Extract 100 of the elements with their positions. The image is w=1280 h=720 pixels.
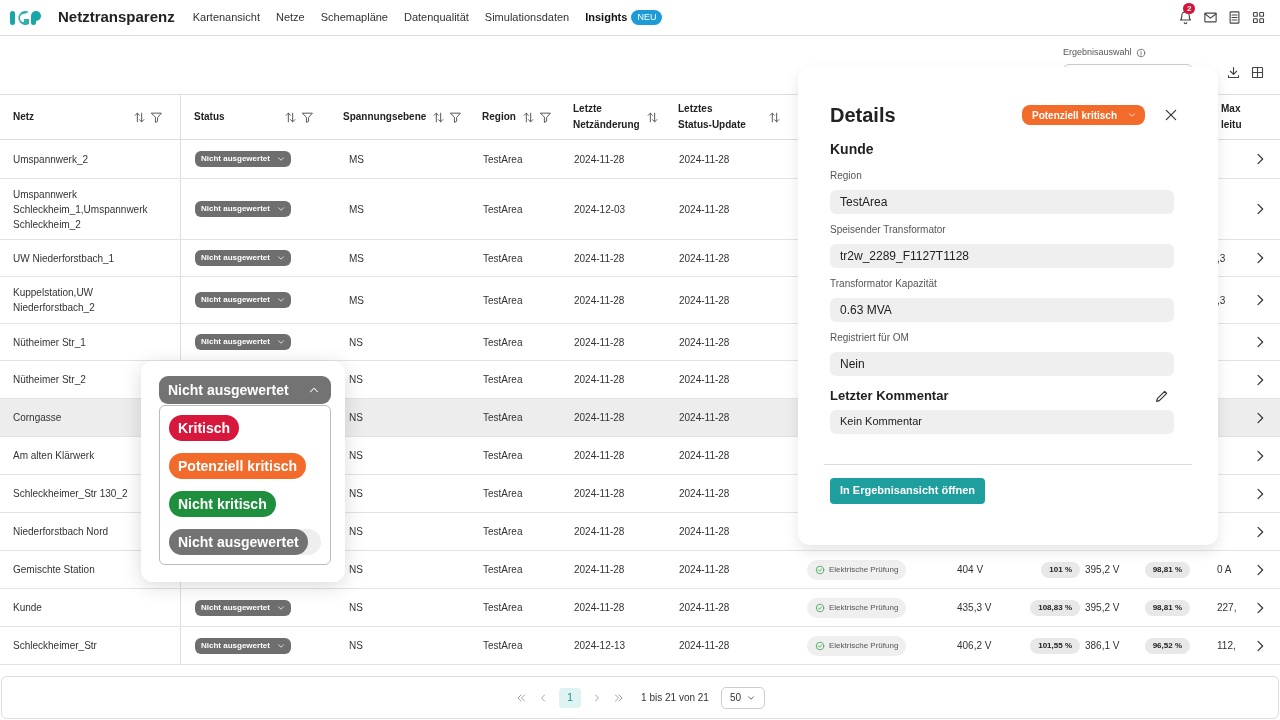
apps-grid-icon [1251,10,1266,25]
status-dropdown[interactable]: Nicht ausgewertet [195,599,291,616]
status-option[interactable]: Nicht ausgewertet [169,529,308,555]
status-dropdown[interactable]: Nicht ausgewertet [195,637,291,654]
table-cell-text: Corngasse [13,411,62,425]
column-header: Status [194,110,225,124]
table-cell: MS [349,252,364,264]
table-cell: 2024-11-28 [574,374,625,385]
column-header: Max leitu [1221,102,1243,132]
status-option[interactable]: Nicht kritisch [169,491,276,517]
chevron-down-icon [275,253,286,263]
check-badge: Elektrische Prüfung [807,597,907,618]
table-cell-text: Nütheimer Str_2 [13,373,86,387]
table-cell: 2024-11-28 [679,450,730,461]
table-cell-text: Kuppelstation,UW Niederforstbach_2 [13,286,96,315]
table-cell-text: Niederforstbach Nord [13,525,109,539]
table-cell: 406,2 V [957,640,992,651]
close-icon [1163,107,1179,123]
mail-icon [1203,10,1218,25]
table-cell: 404 V [957,564,984,575]
table-cell: TestArea [483,374,523,385]
percent-badge: 108,83 % [1030,599,1080,616]
nav-link[interactable]: Simulationsdaten [484,9,570,26]
status-dropdown[interactable]: Nicht ausgewertet [195,201,291,217]
table-cell: TestArea [483,203,523,215]
chevron-down-icon [275,204,286,214]
table-cell: TestArea [483,602,523,613]
sort-icon [521,110,535,124]
table-cell: 0 A [1217,564,1232,575]
table-cell: NS [349,564,363,575]
table-cell: TestArea [483,488,523,499]
status-dropdown[interactable]: Nicht ausgewertet [195,151,291,167]
table-cell: 2024-11-28 [679,526,730,537]
percent-badge: 96,52 % [1144,637,1190,654]
chevron-down-icon [1127,110,1137,120]
table-cell: 2024-11-28 [679,336,730,348]
nav-link[interactable]: Kartenansicht [192,9,260,26]
table-cell: 435,3 V [957,602,992,613]
status-dropdown[interactable]: Nicht ausgewertet [159,376,331,404]
status-option[interactable]: Kritisch [169,415,240,441]
check-circle-icon [815,602,825,613]
filter-icon [150,110,163,124]
table-cell: NS [349,450,363,461]
page-size-select[interactable]: 50 [720,686,765,709]
app-title: Netztransparenz [58,7,175,28]
table-cell-text: Am alten Klärwerk [13,449,95,463]
nav-link[interactable]: Netze [275,9,305,26]
chevron-down-icon [275,337,286,347]
page-range: 1 bis 21 von 21 [641,691,709,705]
panel-title: Details [830,103,896,128]
info-icon [1135,47,1146,58]
filter-icon [449,110,463,124]
status-option[interactable]: Potenziell kritisch [169,453,307,479]
nav-link[interactable]: Insights [585,9,628,26]
bell-icon [1178,9,1193,25]
table-cell: 395,2 V [1085,564,1120,575]
table-cell: 2024-11-28 [679,294,730,306]
table-cell: TestArea [483,252,523,264]
filter-icon [301,110,314,124]
sort-icon [645,110,659,124]
table-cell-text: Schleckheimer_Str [13,639,97,653]
table-cell: 2024-11-28 [679,640,730,651]
open-results-button[interactable]: In Ergebnisansicht öffnen [830,477,986,504]
comment-field: Kein Kommentar [830,409,1174,434]
table-cell: 2024-11-28 [679,374,730,385]
download-icon [1226,65,1241,80]
read-only-field: TestArea [830,190,1174,214]
status-dropdown[interactable]: Nicht ausgewertet [195,250,291,266]
chevron-down-icon [275,154,286,164]
table-cell: 2024-11-28 [679,412,730,423]
page-button[interactable]: 1 [559,687,582,708]
table-cell: NS [349,640,363,651]
status-dropdown[interactable]: Nicht ausgewertet [195,292,291,308]
table-cell: TestArea [483,153,523,165]
table-cell: NS [349,374,363,385]
table-cell: NS [349,488,363,499]
table-cell: 2024-12-13 [574,640,626,651]
column-header: Spannungsebene [343,110,427,124]
table-cell: TestArea [483,294,523,306]
column-header: Letzte Netzänderung [573,102,640,132]
section-title: Letzter Kommentar [830,387,949,405]
table-cell: NS [349,602,363,613]
table-cell-text: Gemischte Station [13,563,95,577]
notification-badge: 2 [1183,2,1196,14]
sort-icon [768,110,781,124]
status-dropdown[interactable]: Potenziell kritisch [1021,105,1145,125]
new-badge: NEU [631,10,663,25]
table-cell: TestArea [483,526,523,537]
nav-link[interactable]: Schemapläne [320,9,388,26]
sort-icon [432,110,446,124]
result-selection-label: Ergebnisauswahl [1063,46,1132,59]
table-cell: 2024-11-28 [679,153,730,165]
check-circle-icon [815,564,825,575]
table-cell: NS [349,412,363,423]
nav-link[interactable]: Datenqualität [404,9,469,26]
table-cell: ,3 [1217,252,1226,264]
field-label: Region [830,169,863,183]
table-cell: 2024-11-28 [574,294,625,306]
status-dropdown[interactable]: Nicht ausgewertet [195,334,291,350]
close-button[interactable] [1163,107,1179,123]
